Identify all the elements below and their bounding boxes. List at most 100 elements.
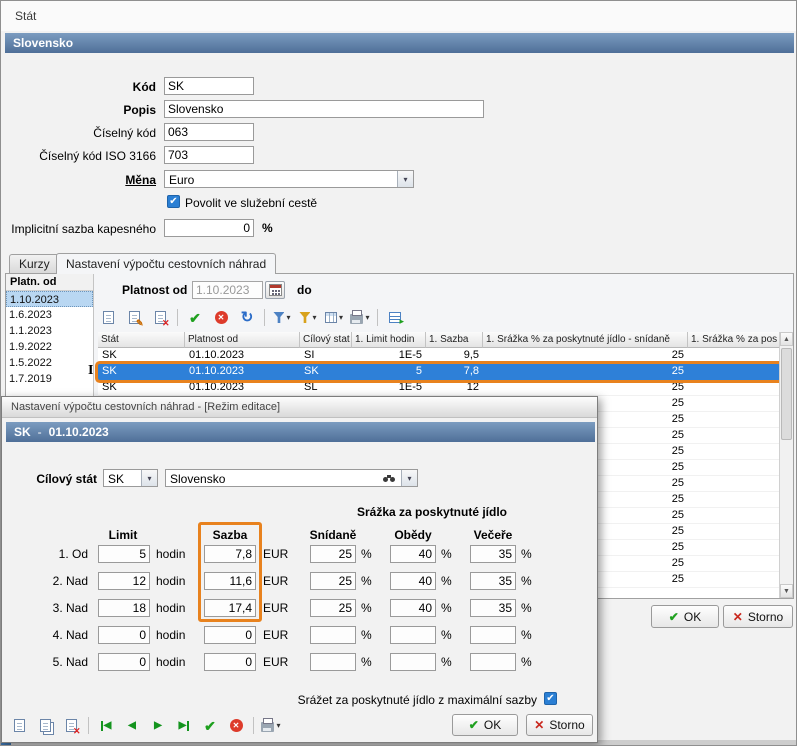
grid-column-header[interactable]: 1. Limit hodin bbox=[352, 332, 426, 348]
new-button[interactable] bbox=[7, 715, 31, 736]
date-list-item[interactable]: 1.1.2023 bbox=[6, 323, 93, 339]
date-list-item[interactable]: 1.5.2022 bbox=[6, 355, 93, 371]
edit-button[interactable]: ✎ bbox=[122, 307, 146, 328]
vecere-input[interactable] bbox=[470, 599, 516, 617]
dialog-checkbox-label: Srážet za poskytnuté jídlo z maximální s… bbox=[252, 693, 537, 707]
snidane-input[interactable] bbox=[310, 653, 356, 671]
dialog-rate-row: 5. NadhodinEUR%%% bbox=[2, 653, 562, 671]
scroll-up-icon[interactable]: ▲ bbox=[780, 332, 793, 346]
delete-button[interactable]: ✕ bbox=[59, 715, 83, 736]
grid-column-header[interactable]: Cílový stat bbox=[300, 332, 352, 348]
povolit-checkbox[interactable]: ✔ bbox=[167, 195, 180, 208]
accept-button[interactable]: ✔ bbox=[183, 307, 207, 328]
dialog-checkbox[interactable]: ✔ bbox=[544, 692, 557, 705]
sazba-input[interactable] bbox=[204, 626, 256, 644]
calendar-button[interactable] bbox=[265, 281, 285, 299]
grid-row[interactable]: SK01.10.2023SI1E-59,525 bbox=[98, 348, 781, 364]
quick-filter-button[interactable]: ▾ bbox=[296, 307, 320, 328]
kapesne-input[interactable] bbox=[164, 219, 254, 237]
vecere-input[interactable] bbox=[470, 626, 516, 644]
date-list-item[interactable]: 1.10.2023 bbox=[6, 291, 93, 307]
unit-label: EUR bbox=[263, 574, 288, 588]
iso-kod-input[interactable] bbox=[164, 146, 254, 164]
chevron-down-icon[interactable]: ▾ bbox=[397, 171, 413, 187]
limit-input[interactable] bbox=[98, 545, 150, 563]
cancel-button[interactable]: ✕ bbox=[209, 307, 233, 328]
previous-record-button[interactable]: ◀ bbox=[120, 715, 144, 736]
grid-cell: 01.10.2023 bbox=[185, 364, 300, 380]
ciselny-kod-input[interactable] bbox=[164, 123, 254, 141]
snidane-input[interactable] bbox=[310, 599, 356, 617]
sazba-input[interactable] bbox=[204, 599, 256, 617]
scroll-down-icon[interactable]: ▼ bbox=[780, 584, 793, 598]
vecere-input[interactable] bbox=[470, 572, 516, 590]
grid-cell: 9,5 bbox=[426, 348, 483, 363]
limit-input[interactable] bbox=[98, 572, 150, 590]
unit-label: % bbox=[521, 601, 532, 615]
grid-column-header[interactable]: 1. Srážka % za pos bbox=[688, 332, 781, 348]
grid-cell bbox=[688, 540, 781, 555]
snidane-input[interactable] bbox=[310, 545, 356, 563]
scrollbar-thumb[interactable] bbox=[781, 348, 792, 440]
limit-input[interactable] bbox=[98, 653, 150, 671]
print-button[interactable]: ▾ bbox=[259, 715, 283, 736]
next-record-button[interactable]: ▶ bbox=[146, 715, 170, 736]
obedy-input[interactable] bbox=[390, 653, 436, 671]
delete-button[interactable]: ✕ bbox=[148, 307, 172, 328]
grid-column-header[interactable]: 1. Sazba bbox=[426, 332, 483, 348]
obedy-input[interactable] bbox=[390, 572, 436, 590]
grid-column-header[interactable]: Platnost od bbox=[185, 332, 300, 348]
chevron-down-icon[interactable]: ▾ bbox=[401, 470, 417, 486]
grid-row[interactable]: SK01.10.2023SL1E-51225 bbox=[98, 380, 781, 396]
storno-button[interactable]: ✕ Storno bbox=[723, 605, 793, 628]
vecere-input[interactable] bbox=[470, 545, 516, 563]
sazba-input[interactable] bbox=[204, 545, 256, 563]
ok-button[interactable]: ✔ OK bbox=[651, 605, 719, 628]
vertical-scrollbar[interactable]: ▲ ▼ bbox=[779, 332, 793, 598]
grid-row[interactable]: SK01.10.2023SK57,825 bbox=[98, 364, 781, 380]
chevron-down-icon[interactable]: ▾ bbox=[141, 470, 157, 486]
grid-column-header[interactable]: Stát bbox=[98, 332, 185, 348]
print-button[interactable]: ▾ bbox=[348, 307, 372, 328]
filter-button[interactable]: ▾ bbox=[270, 307, 294, 328]
cilovy-stat-name-combo[interactable]: Slovensko ▾ bbox=[165, 469, 418, 487]
grid-cell: SK bbox=[98, 380, 185, 395]
platnost-od-input[interactable] bbox=[192, 281, 263, 299]
date-list-item[interactable]: 1.6.2023 bbox=[6, 307, 93, 323]
accept-button[interactable]: ✔ bbox=[198, 715, 222, 736]
dialog-ok-button[interactable]: ✔ OK bbox=[452, 714, 518, 736]
limit-input[interactable] bbox=[98, 626, 150, 644]
print-icon bbox=[261, 722, 274, 732]
columns-button[interactable]: ▾ bbox=[322, 307, 346, 328]
grid-cell: SI bbox=[300, 348, 352, 363]
obedy-input[interactable] bbox=[390, 599, 436, 617]
last-record-button[interactable]: ▶ bbox=[172, 715, 196, 736]
cancel-button[interactable]: ✕ bbox=[224, 715, 248, 736]
dates-panel-header[interactable]: Platn. od bbox=[6, 274, 93, 291]
popis-input[interactable] bbox=[164, 100, 484, 118]
sazba-input[interactable] bbox=[204, 653, 256, 671]
refresh-button[interactable]: ↻ bbox=[235, 307, 259, 328]
date-list-item[interactable]: 1.9.2022 bbox=[6, 339, 93, 355]
kod-input[interactable] bbox=[164, 77, 254, 95]
mena-combo[interactable]: Euro ▾ bbox=[164, 170, 414, 188]
obedy-input[interactable] bbox=[390, 545, 436, 563]
obedy-input[interactable] bbox=[390, 626, 436, 644]
sazba-input[interactable] bbox=[204, 572, 256, 590]
date-list-item[interactable]: 1.7.2019 bbox=[6, 371, 93, 387]
first-record-button[interactable]: ◀ bbox=[94, 715, 118, 736]
tab-nahrady[interactable]: Nastavení výpočtu cestovních náhrad bbox=[56, 253, 276, 274]
snidane-input[interactable] bbox=[310, 572, 356, 590]
snidane-input[interactable] bbox=[310, 626, 356, 644]
search-icon[interactable] bbox=[383, 475, 395, 482]
limit-input[interactable] bbox=[98, 599, 150, 617]
dialog-storno-button[interactable]: ✕ Storno bbox=[526, 714, 593, 736]
grid-column-header[interactable]: 1. Srážka % za poskytnuté jídlo - snídan… bbox=[483, 332, 688, 348]
export-button[interactable] bbox=[383, 307, 407, 328]
cilovy-stat-code-combo[interactable]: SK ▾ bbox=[103, 469, 158, 487]
tab-kurzy[interactable]: Kurzy bbox=[9, 254, 60, 273]
nav-first-icon: ◀ bbox=[101, 721, 112, 731]
vecere-input[interactable] bbox=[470, 653, 516, 671]
new-button[interactable] bbox=[96, 307, 120, 328]
copy-button[interactable] bbox=[33, 715, 57, 736]
